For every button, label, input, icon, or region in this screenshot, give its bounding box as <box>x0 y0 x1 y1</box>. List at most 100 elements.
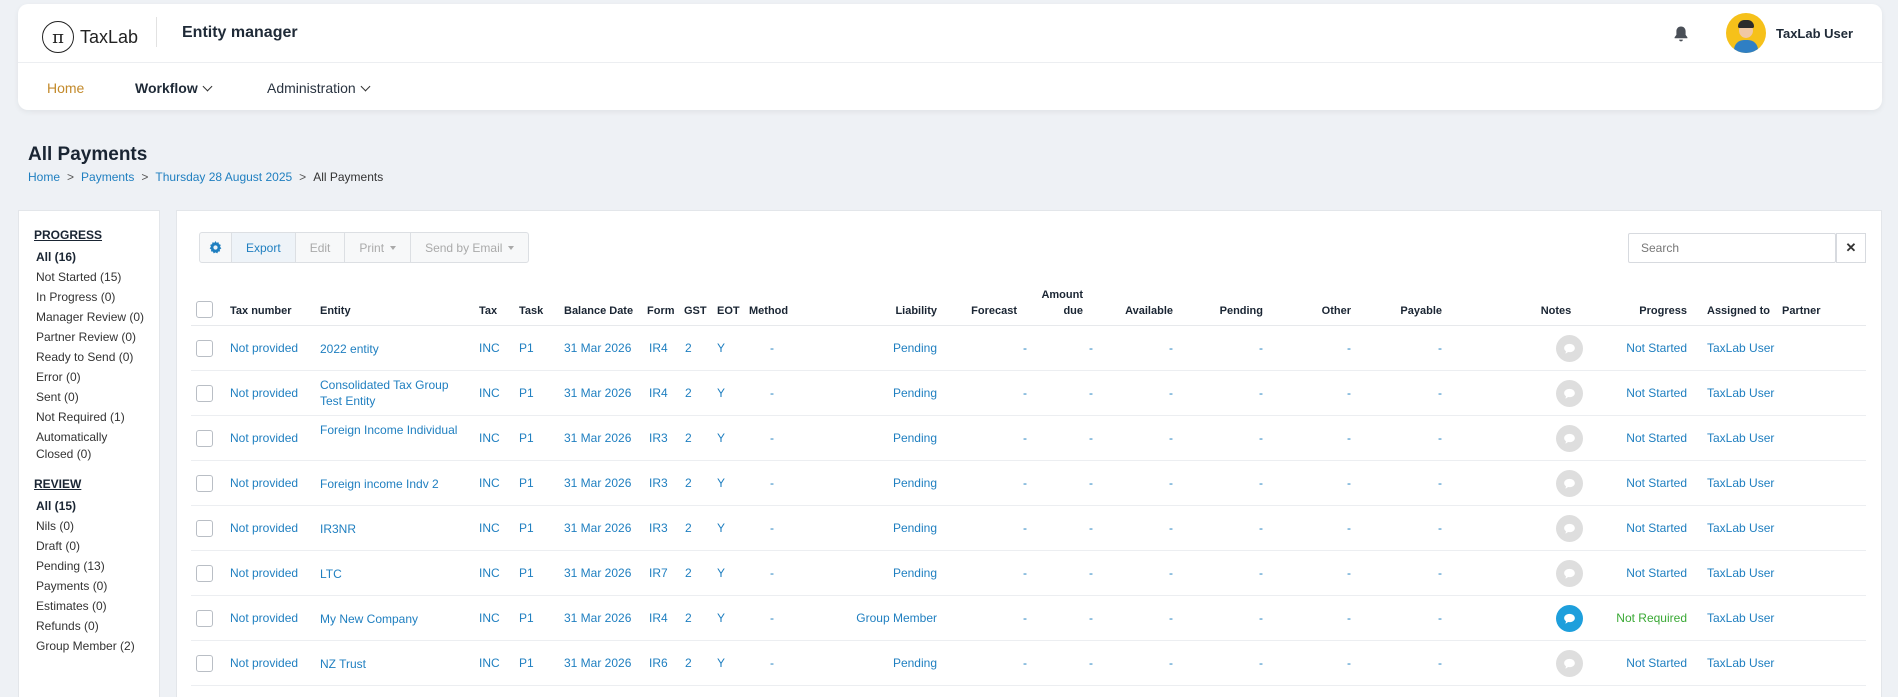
col-pending[interactable]: Pending <box>1163 305 1263 317</box>
filter-draft[interactable]: Draft (0) <box>36 538 148 555</box>
edit-button[interactable]: Edit <box>296 233 346 262</box>
cell-payable[interactable]: - <box>1342 566 1442 580</box>
cell-form[interactable]: IR4 <box>649 386 668 400</box>
cell-method[interactable]: - <box>732 431 812 445</box>
col-task[interactable]: Task <box>519 305 543 317</box>
cell-tax[interactable]: INC <box>479 566 500 580</box>
select-all-checkbox[interactable] <box>196 301 213 318</box>
cell-eot[interactable]: Y <box>717 611 725 625</box>
cell-task[interactable]: P1 <box>519 656 534 670</box>
table-row[interactable]: Not provided Foreign income Indv 2 INC P1 31… <box>191 461 1866 506</box>
cell-pending[interactable]: - <box>1163 341 1263 355</box>
cell-entity[interactable]: Consolidated Tax Group Test Entity <box>320 377 470 409</box>
cell-balance-date[interactable]: 31 Mar 2026 <box>564 386 631 400</box>
cell-liability[interactable]: Pending <box>807 431 937 445</box>
clear-search-button[interactable]: ✕ <box>1836 233 1866 263</box>
cell-eot[interactable]: Y <box>717 341 725 355</box>
cell-task[interactable]: P1 <box>519 341 534 355</box>
row-checkbox[interactable] <box>196 565 213 582</box>
filter-group-member[interactable]: Group Member (2) <box>36 638 148 655</box>
cell-assigned-to[interactable]: TaxLab User <box>1707 476 1774 490</box>
taxlab-logo[interactable]: π TaxLab <box>42 17 138 57</box>
cell-eot[interactable]: Y <box>717 386 725 400</box>
filter-not-required[interactable]: Not Required (1) <box>36 409 148 426</box>
row-checkbox[interactable] <box>196 655 213 672</box>
cell-available[interactable]: - <box>1073 611 1173 625</box>
col-notes[interactable]: Notes <box>1526 305 1586 317</box>
col-partner[interactable]: Partner <box>1782 305 1821 317</box>
notes-button[interactable] <box>1556 335 1583 362</box>
cell-liability[interactable]: Pending <box>807 656 937 670</box>
notes-button[interactable] <box>1556 380 1583 407</box>
cell-balance-date[interactable]: 31 Mar 2026 <box>564 341 631 355</box>
cell-pending[interactable]: - <box>1163 476 1263 490</box>
filter-payments[interactable]: Payments (0) <box>36 578 148 595</box>
cell-entity[interactable]: Foreign Income Individual <box>320 422 470 438</box>
nav-home[interactable]: Home <box>47 80 84 96</box>
cell-tax[interactable]: INC <box>479 611 500 625</box>
cell-tax-number[interactable]: Not provided <box>230 611 298 625</box>
filter-estimates[interactable]: Estimates (0) <box>36 598 148 615</box>
breadcrumb-home[interactable]: Home <box>28 170 60 184</box>
table-row[interactable]: Not provided 2022 entity INC P1 31 Mar 2026 I… <box>191 326 1866 371</box>
col-tax-number[interactable]: Tax number <box>230 305 292 317</box>
cell-tax[interactable]: INC <box>479 341 500 355</box>
user-name[interactable]: TaxLab User <box>1776 26 1853 41</box>
cell-pending[interactable]: - <box>1163 611 1263 625</box>
row-checkbox[interactable] <box>196 385 213 402</box>
col-method[interactable]: Method <box>749 305 788 317</box>
filter-progress-all[interactable]: All (16) <box>36 249 148 266</box>
cell-assigned-to[interactable]: TaxLab User <box>1707 566 1774 580</box>
avatar[interactable] <box>1726 13 1766 53</box>
cell-liability[interactable]: Pending <box>807 476 937 490</box>
col-balance-date[interactable]: Balance Date <box>564 305 633 317</box>
row-checkbox[interactable] <box>196 430 213 447</box>
cell-liability[interactable]: Pending <box>807 341 937 355</box>
cell-other[interactable]: - <box>1251 566 1351 580</box>
cell-method[interactable]: - <box>732 566 812 580</box>
cell-eot[interactable]: Y <box>717 566 725 580</box>
filter-partner-review[interactable]: Partner Review (0) <box>36 329 148 346</box>
print-button[interactable]: Print <box>345 233 412 262</box>
cell-balance-date[interactable]: 31 Mar 2026 <box>564 521 631 535</box>
notes-button[interactable] <box>1556 470 1583 497</box>
cell-eot[interactable]: Y <box>717 656 725 670</box>
col-entity[interactable]: Entity <box>320 305 351 317</box>
row-checkbox[interactable] <box>196 610 213 627</box>
notes-button[interactable] <box>1556 650 1583 677</box>
cell-pending[interactable]: - <box>1163 656 1263 670</box>
cell-entity[interactable]: NZ Trust <box>320 656 470 672</box>
cell-liability[interactable]: Pending <box>807 521 937 535</box>
cell-assigned-to[interactable]: TaxLab User <box>1707 521 1774 535</box>
cell-other[interactable]: - <box>1251 656 1351 670</box>
cell-balance-date[interactable]: 31 Mar 2026 <box>564 431 631 445</box>
filter-nils[interactable]: Nils (0) <box>36 518 148 535</box>
export-button[interactable]: Export <box>232 233 296 262</box>
col-payable[interactable]: Payable <box>1342 305 1442 317</box>
col-form[interactable]: Form <box>647 305 675 317</box>
col-progress[interactable]: Progress <box>1587 305 1687 317</box>
cell-tax-number[interactable]: Not provided <box>230 521 298 535</box>
row-checkbox[interactable] <box>196 520 213 537</box>
cell-entity[interactable]: Foreign income Indv 2 <box>320 476 470 492</box>
filter-review-all[interactable]: All (15) <box>36 498 148 515</box>
filter-sent[interactable]: Sent (0) <box>36 389 148 406</box>
cell-gst[interactable]: 2 <box>685 431 692 445</box>
cell-task[interactable]: P1 <box>519 566 534 580</box>
cell-tax[interactable]: INC <box>479 521 500 535</box>
col-amount-due-line1[interactable]: Amount <box>997 289 1083 301</box>
cell-form[interactable]: IR7 <box>649 566 668 580</box>
breadcrumb-payments[interactable]: Payments <box>81 170 134 184</box>
cell-tax-number[interactable]: Not provided <box>230 656 298 670</box>
filter-error[interactable]: Error (0) <box>36 369 148 386</box>
cell-form[interactable]: IR4 <box>649 611 668 625</box>
settings-button[interactable] <box>200 233 232 262</box>
cell-assigned-to[interactable]: TaxLab User <box>1707 656 1774 670</box>
cell-available[interactable]: - <box>1073 341 1173 355</box>
cell-available[interactable]: - <box>1073 476 1173 490</box>
cell-payable[interactable]: - <box>1342 521 1442 535</box>
cell-method[interactable]: - <box>732 611 812 625</box>
cell-available[interactable]: - <box>1073 521 1173 535</box>
col-available[interactable]: Available <box>1073 305 1173 317</box>
cell-form[interactable]: IR6 <box>649 656 668 670</box>
